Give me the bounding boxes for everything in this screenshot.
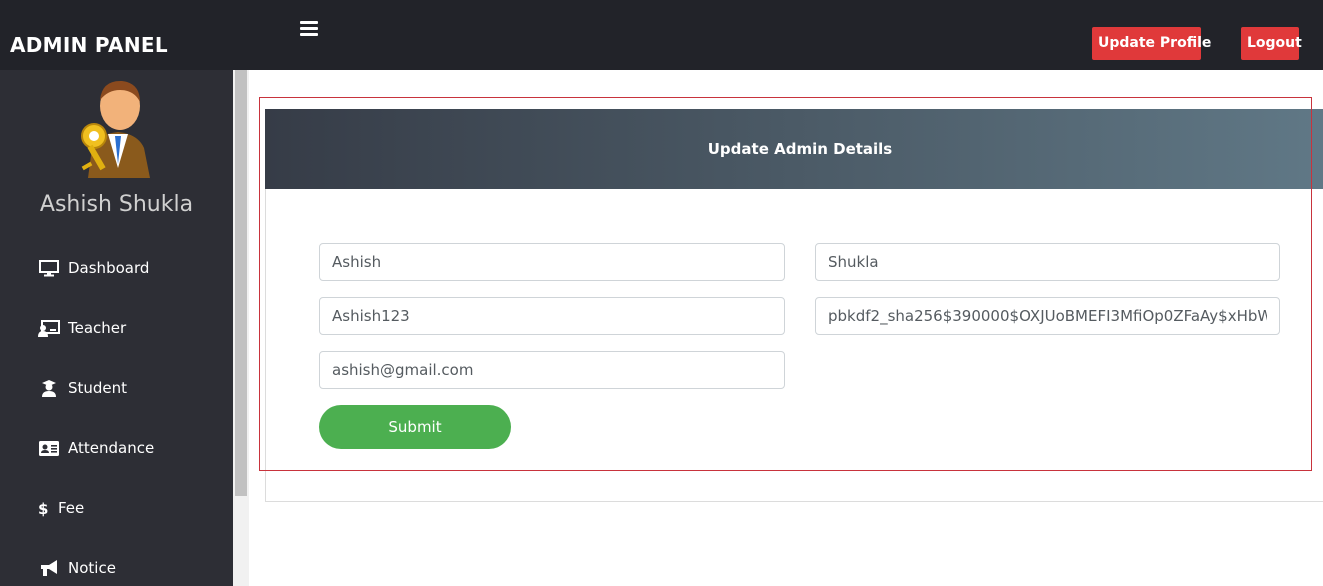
- admin-avatar-icon: [78, 78, 158, 180]
- id-card-icon: [38, 439, 60, 457]
- monitor-icon: [38, 259, 60, 277]
- sidebar-user-name: Ashish Shukla: [39, 192, 194, 217]
- email-input[interactable]: [319, 351, 785, 389]
- sidebar-item-teacher[interactable]: Teacher: [38, 315, 126, 341]
- sidebar-scrollbar-thumb[interactable]: [235, 70, 247, 496]
- sidebar-item-fee[interactable]: $ Fee: [38, 495, 84, 521]
- sidebar-item-label: Teacher: [68, 319, 127, 337]
- update-profile-button[interactable]: Update Profile: [1092, 27, 1211, 60]
- sidebar-item-label: Student: [68, 379, 128, 397]
- sidebar-item-label: Fee: [58, 499, 85, 517]
- password-input[interactable]: [815, 297, 1280, 335]
- card-title: Update Admin Details: [707, 140, 893, 158]
- bullhorn-icon: [38, 559, 60, 577]
- sidebar-item-label: Dashboard: [68, 259, 150, 277]
- username-input[interactable]: [319, 297, 785, 335]
- logout-button[interactable]: Logout: [1241, 27, 1302, 60]
- sidebar-item-label: Attendance: [68, 439, 155, 457]
- svg-text:$: $: [38, 500, 48, 517]
- sidebar-item-label: Notice: [68, 559, 116, 577]
- dollar-icon: $: [38, 499, 50, 517]
- brand-title: ADMIN PANEL: [10, 33, 168, 57]
- submit-button[interactable]: Submit: [319, 405, 511, 449]
- sidebar-item-dashboard[interactable]: Dashboard: [38, 255, 149, 281]
- hamburger-icon[interactable]: [297, 18, 321, 40]
- teacher-icon: [38, 319, 60, 337]
- first-name-input[interactable]: [319, 243, 785, 281]
- sidebar-item-student[interactable]: Student: [38, 375, 127, 401]
- last-name-input[interactable]: [815, 243, 1280, 281]
- sidebar-item-attendance[interactable]: Attendance: [38, 435, 154, 461]
- student-icon: [38, 379, 60, 397]
- sidebar-item-notice[interactable]: Notice: [38, 555, 116, 581]
